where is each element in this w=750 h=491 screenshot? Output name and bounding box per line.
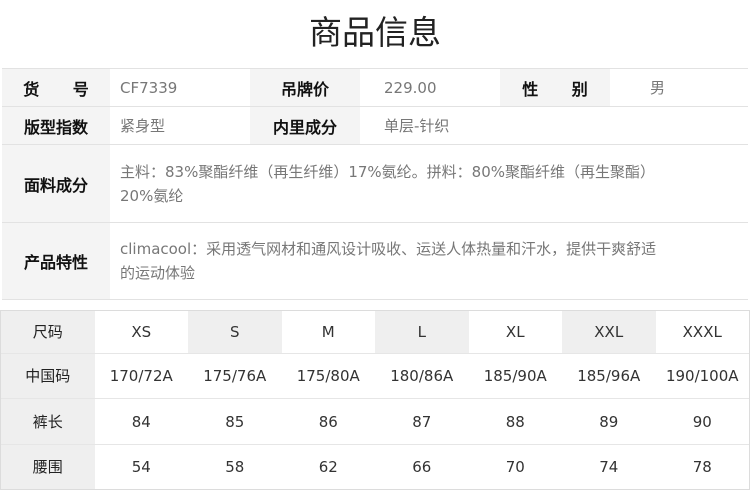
size-cell: 87 [375,398,469,445]
product-info-table: 货 号 CF7339 吊牌价 229.00 性 别 男 版型指数 紧身型 内里成… [2,68,748,300]
size-cell: 90 [655,398,749,445]
info-row-3: 面料成分 主料：83%聚酯纤维（再生纤维）17%氨纶。拼料：80%聚酯纤维（再生… [2,145,748,223]
fabric-value: 主料：83%聚酯纤维（再生纤维）17%氨纶。拼料：80%聚酯纤维（再生聚酯）20… [120,162,656,205]
info-row-4: 产品特性 climacool：采用透气网材和通风设计吸收、运送人体热量和汗水，提… [2,223,748,300]
info-row-1: 货 号 CF7339 吊牌价 229.00 性 别 男 [2,69,748,107]
size-cell: 170/72A [94,353,188,400]
size-cell: 58 [225,457,245,476]
gender-label: 性 别 [500,69,610,106]
item-no-label-text: 货 号 [23,79,103,99]
empty-cell [500,107,748,144]
size-cell: 84 [94,398,188,445]
size-cell: S [188,311,282,354]
size-cell: 185/96A [562,353,656,400]
price-label: 吊牌价 [250,69,360,106]
size-cell: 180/86A [375,353,469,400]
fit-value: 紧身型 [120,117,166,135]
size-cell: XL [468,311,562,354]
fit-label: 版型指数 [2,107,110,144]
size-cell: 66 [412,457,432,476]
price-value: 229.00 [384,78,437,97]
size-cell: 89 [562,398,656,445]
row-label: 尺码 [1,311,95,354]
size-row-length: 裤长 84 85 86 87 88 89 90 [1,398,749,445]
row-label: 中国码 [1,353,95,400]
size-row-header: 尺码 XS S M L XL XXL XXXL [1,311,749,354]
size-row-waist: 腰围 54 58 62 66 70 74 78 [1,444,749,489]
size-cell: XXL [562,311,656,354]
size-cell: M [281,311,375,354]
size-cell: XS [94,311,188,354]
size-cell: 175/80A [281,353,375,400]
feature-label: 产品特性 [2,223,110,299]
size-row-china: 中国码 170/72A 175/76A 175/80A 180/86A 185/… [1,353,749,400]
row-label: 裤长 [1,398,95,445]
fabric-label: 面料成分 [2,145,110,222]
size-cell: 70 [505,457,525,476]
size-table: 尺码 XS S M L XL XXL XXXL 中国码 170/72A 175/… [0,310,750,490]
size-cell: XXXL [655,311,749,354]
page-title: 商品信息 [309,13,441,52]
lining-value: 单层-针织 [384,117,450,135]
size-cell: 74 [599,457,619,476]
size-cell: 78 [692,457,712,476]
item-no-label: 货 号 [2,69,110,106]
gender-value: 男 [650,79,666,97]
info-row-2: 版型指数 紧身型 内里成分 单层-针织 [2,107,748,145]
size-cell: 54 [131,457,151,476]
item-no-value: CF7339 [120,78,178,97]
size-cell: 86 [281,398,375,445]
row-label: 腰围 [1,444,95,489]
size-cell: 175/76A [188,353,282,400]
lining-label: 内里成分 [250,107,360,144]
feature-value: climacool：采用透气网材和通风设计吸收、运送人体热量和汗水，提供干爽舒适… [120,240,657,282]
size-cell: 62 [318,457,338,476]
size-cell: 88 [468,398,562,445]
size-cell: 85 [188,398,282,445]
size-cell: L [375,311,469,354]
gender-label-text: 性 别 [522,79,602,99]
size-cell: 185/90A [468,353,562,400]
size-cell: 190/100A [655,353,749,400]
